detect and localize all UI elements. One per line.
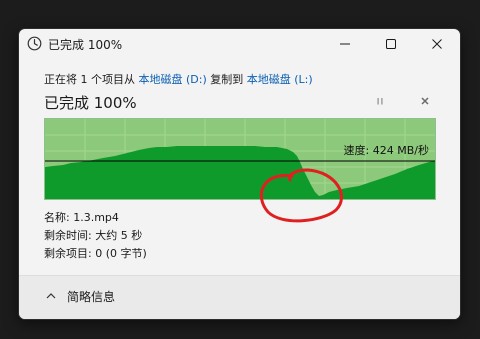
status-title: 已完成 100% bbox=[44, 94, 137, 112]
minimize-button[interactable] bbox=[322, 29, 368, 59]
copy-description: 正在将 1 个项目从 本地磁盘 (D:) 复制到 本地磁盘 (L:) bbox=[44, 71, 313, 87]
source-link[interactable]: 本地磁盘 (D:) bbox=[139, 73, 207, 86]
minimize-icon bbox=[340, 43, 350, 45]
copy-prefix: 正在将 1 个项目从 bbox=[44, 73, 139, 86]
chevron-up-icon bbox=[46, 293, 56, 299]
items-remaining: 剩余项目: 0 (0 字节) bbox=[44, 247, 147, 260]
transfer-speed-graph: 速度: 424 MB/秒 bbox=[44, 118, 436, 200]
destination-link[interactable]: 本地磁盘 (L:) bbox=[247, 73, 313, 86]
cancel-icon bbox=[421, 97, 429, 105]
copy-middle: 复制到 bbox=[206, 73, 247, 86]
fewer-details-button[interactable]: 简略信息 bbox=[46, 285, 115, 307]
close-button[interactable] bbox=[414, 29, 460, 59]
pause-button[interactable] bbox=[372, 93, 388, 109]
clock-icon bbox=[27, 36, 42, 51]
cancel-button[interactable] bbox=[417, 93, 433, 109]
copy-progress-dialog: 已完成 100% 正在将 1 个项目从 本地磁盘 (D:) 复制到 本地磁盘 (… bbox=[18, 28, 461, 320]
window-title: 已完成 100% bbox=[48, 38, 123, 52]
fewer-details-label: 简略信息 bbox=[67, 289, 116, 304]
close-icon bbox=[432, 39, 442, 49]
file-name: 名称: 1.3.mp4 bbox=[44, 211, 119, 224]
time-remaining: 剩余时间: 大约 5 秒 bbox=[44, 229, 143, 242]
speed-label: 速度: 424 MB/秒 bbox=[344, 143, 429, 157]
title-bar[interactable]: 已完成 100% bbox=[19, 29, 460, 59]
pause-icon bbox=[377, 98, 383, 105]
maximize-button[interactable] bbox=[368, 29, 414, 59]
maximize-icon bbox=[386, 39, 396, 49]
footer: 简略信息 bbox=[19, 275, 460, 319]
